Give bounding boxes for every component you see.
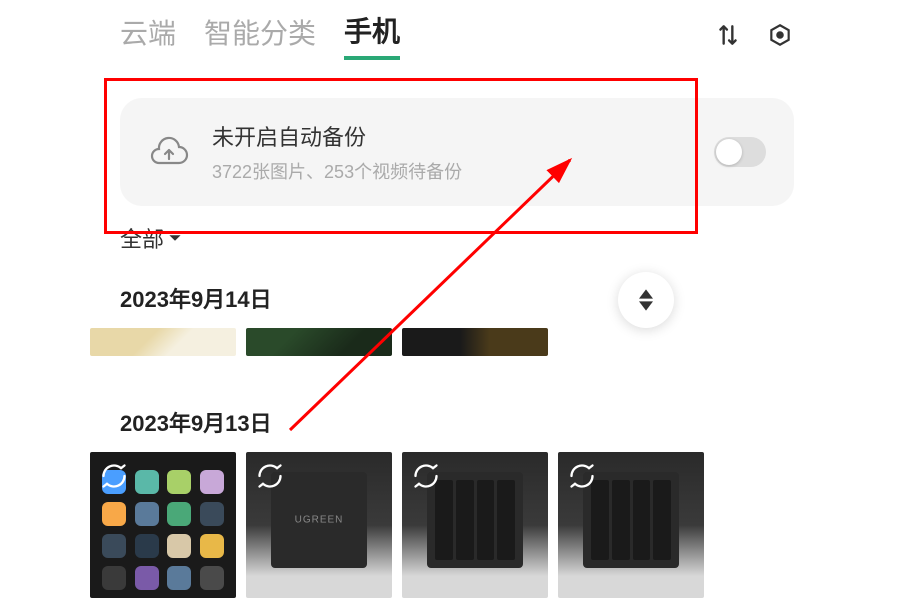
photo-row: UGREEN <box>90 452 794 598</box>
filter-label: 全部 <box>120 222 164 254</box>
brand-label: UGREEN <box>295 515 344 526</box>
filter-dropdown[interactable]: 全部 <box>120 222 914 254</box>
tab-smart-category[interactable]: 智能分类 <box>204 12 316 58</box>
photo-thumbnail[interactable] <box>90 328 236 356</box>
date-label: 2023年9月13日 <box>120 406 794 438</box>
sync-icon <box>412 462 440 490</box>
sync-icon <box>568 462 596 490</box>
triangle-up-icon <box>639 289 653 299</box>
photo-row <box>90 328 794 356</box>
backup-text: 未开启自动备份 3722张图片、253个视频待备份 <box>212 120 692 184</box>
photo-thumbnail[interactable] <box>90 452 236 598</box>
photo-thumbnail[interactable] <box>402 452 548 598</box>
cloud-upload-icon <box>148 131 190 173</box>
date-section-1: 2023年9月14日 <box>0 282 914 356</box>
backup-card: 未开启自动备份 3722张图片、253个视频待备份 <box>120 98 794 206</box>
scroll-fab[interactable] <box>618 272 674 328</box>
tab-header: 云端 智能分类 手机 <box>0 0 914 70</box>
tab-phone[interactable]: 手机 <box>344 10 400 60</box>
triangle-down-icon <box>639 301 653 311</box>
header-actions <box>714 21 794 49</box>
tab-cloud[interactable]: 云端 <box>120 12 176 58</box>
backup-toggle[interactable] <box>714 137 766 167</box>
photo-thumbnail[interactable] <box>246 328 392 356</box>
settings-icon[interactable] <box>766 21 794 49</box>
photo-thumbnail[interactable] <box>558 452 704 598</box>
sort-icon[interactable] <box>714 21 742 49</box>
backup-subtitle: 3722张图片、253个视频待备份 <box>212 158 692 184</box>
date-section-2: 2023年9月13日 UGREEN <box>0 406 914 598</box>
chevron-down-icon <box>168 231 182 245</box>
photo-thumbnail[interactable]: UGREEN <box>246 452 392 598</box>
toggle-knob <box>716 139 742 165</box>
backup-title: 未开启自动备份 <box>212 120 692 152</box>
date-label: 2023年9月14日 <box>120 282 794 314</box>
sync-icon <box>256 462 284 490</box>
photo-thumbnail[interactable] <box>402 328 548 356</box>
sync-icon <box>100 462 128 490</box>
